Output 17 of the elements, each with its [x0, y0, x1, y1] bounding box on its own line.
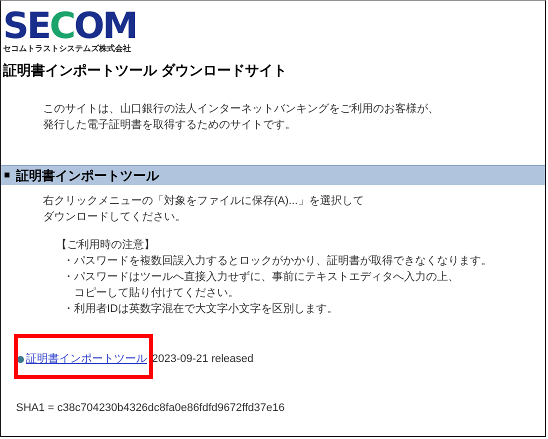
intro-text: 発行した電子証明書を取得するためのサイトです。	[43, 118, 297, 133]
company-name: セコムトラストシステムズ株式会社	[3, 44, 132, 54]
instruction-text: ダウンロードしてください。	[43, 210, 187, 225]
logo: SECOM	[3, 11, 138, 43]
download-link[interactable]: 証明書インポートツール	[26, 351, 147, 368]
page-title: 証明書インポートツール ダウンロードサイト	[3, 61, 288, 80]
note-text: ・利用者IDは英数字混在で大文字小文字を区別します。	[63, 302, 339, 317]
note-text: ・パスワードを複数回誤入力するとロックがかかり、証明書が取得できなくなります。	[63, 254, 493, 269]
notes-heading: 【ご利用時の注意】	[55, 238, 156, 253]
note-text: コピーして貼り付けてください。	[73, 286, 240, 301]
note-text: ・パスワードはツールへ直接入力せずに、事前にテキストエディタへ入力の上、	[63, 270, 460, 285]
intro-text: このサイトは、山口銀行の法人インターネットバンキングをご利用のお客様が、	[43, 102, 440, 117]
instruction-text: 右クリックメニューの「対象をファイルに保存(A)...」を選択して	[43, 194, 365, 209]
section-title: 証明書インポートツール	[16, 166, 160, 185]
square-icon: ■	[4, 168, 10, 183]
release-date: 2023-09-21 released	[152, 352, 254, 367]
hash-text: SHA1 = c38c704230b4326dc8fa0e86fdfd9672ffd37e16	[15, 400, 286, 416]
